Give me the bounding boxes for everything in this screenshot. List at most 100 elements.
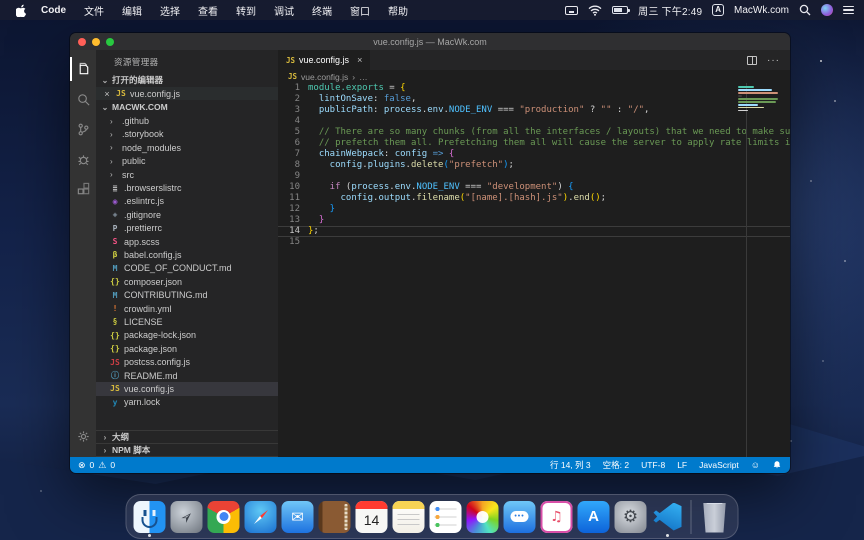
- menubar-brand-text[interactable]: MacWk.com: [734, 5, 789, 16]
- code-line-11[interactable]: 11 config.output.filename("[name].[hash]…: [278, 193, 790, 204]
- code-line-9[interactable]: 9: [278, 171, 790, 182]
- dock-finder[interactable]: [133, 497, 167, 537]
- split-editor-icon[interactable]: [747, 56, 757, 65]
- dock-trash[interactable]: [698, 497, 732, 537]
- tree-file-readme-md[interactable]: ⓘREADME.md: [96, 369, 278, 382]
- dock-mail[interactable]: [281, 497, 315, 537]
- dock-vscode[interactable]: [651, 497, 685, 537]
- tree-file-package-json[interactable]: {}package.json: [96, 342, 278, 355]
- errors-icon[interactable]: ⊗: [78, 460, 86, 471]
- notifications-bell-icon[interactable]: [772, 460, 782, 470]
- dock-chrome[interactable]: [207, 497, 241, 537]
- code-line-14[interactable]: 14};: [278, 226, 790, 237]
- tree-file-package-lock-json[interactable]: {}package-lock.json: [96, 329, 278, 342]
- code-line-1[interactable]: 1module.exports = {: [278, 83, 790, 94]
- code-line-7[interactable]: 7 chainWebpack: config => {: [278, 149, 790, 160]
- input-method-icon[interactable]: A: [712, 4, 724, 16]
- open-editors-header[interactable]: ⌄ 打开的编辑器: [96, 73, 278, 87]
- feedback-smiley-icon[interactable]: ☺: [751, 460, 760, 470]
- tree-file--browserslistrc[interactable]: ≣.browserslistrc: [96, 181, 278, 194]
- search-icon[interactable]: [70, 84, 96, 114]
- apple-menu-icon[interactable]: [10, 4, 32, 17]
- tab-close-icon[interactable]: ×: [357, 55, 362, 65]
- dock-reminders[interactable]: [429, 497, 463, 537]
- code-line-10[interactable]: 10 if (process.env.NODE_ENV === "develop…: [278, 182, 790, 193]
- menu-item[interactable]: 终端: [303, 3, 341, 18]
- warnings-icon[interactable]: ⚠: [98, 460, 106, 471]
- dock-contacts[interactable]: [318, 497, 352, 537]
- tree-folder-public[interactable]: ›public: [96, 155, 278, 168]
- tree-folder-src[interactable]: ›src: [96, 168, 278, 181]
- tree-file-code-of-conduct-md[interactable]: MCODE_OF_CONDUCT.md: [96, 262, 278, 275]
- dock-notes[interactable]: [392, 497, 426, 537]
- minimap[interactable]: [738, 86, 780, 111]
- tree-file-babel-config-js[interactable]: βbabel.config.js: [96, 248, 278, 261]
- language-mode[interactable]: JavaScript: [699, 460, 739, 470]
- code-line-15[interactable]: 15: [278, 237, 790, 248]
- code-line-4[interactable]: 4: [278, 116, 790, 127]
- breadcrumb[interactable]: JS vue.config.js › …: [278, 70, 790, 83]
- dock-settings[interactable]: [614, 497, 648, 537]
- wifi-icon[interactable]: [588, 5, 602, 16]
- tree-file-contributing-md[interactable]: MCONTRIBUTING.md: [96, 288, 278, 301]
- menubar-clock[interactable]: 周三 下午2:49: [638, 3, 702, 18]
- dock-calendar[interactable]: 14: [355, 497, 389, 537]
- siri-icon[interactable]: [821, 4, 833, 16]
- source-control-icon[interactable]: [70, 114, 96, 144]
- menu-item[interactable]: 窗口: [341, 3, 379, 18]
- spotlight-search-icon[interactable]: [799, 4, 811, 16]
- code-line-3[interactable]: 3 publicPath: process.env.NODE_ENV === "…: [278, 105, 790, 116]
- code-line-13[interactable]: 13 }: [278, 215, 790, 226]
- open-editor-item[interactable]: ×JSvue.config.js: [96, 87, 278, 100]
- code-line-6[interactable]: 6 // prefetch them all. Prefetching them…: [278, 138, 790, 149]
- tree-file-yarn-lock[interactable]: yyarn.lock: [96, 396, 278, 409]
- indentation[interactable]: 空格: 2: [603, 459, 629, 471]
- close-editor-icon[interactable]: ×: [102, 89, 112, 99]
- tab-vue-config[interactable]: JS vue.config.js ×: [278, 50, 370, 70]
- menu-item[interactable]: 转到: [227, 3, 265, 18]
- display-mirroring-icon[interactable]: [565, 6, 578, 15]
- tree-folder-node-modules[interactable]: ›node_modules: [96, 141, 278, 154]
- menu-item[interactable]: 帮助: [379, 3, 417, 18]
- dock-safari[interactable]: [244, 497, 278, 537]
- tree-file--eslintrc-js[interactable]: ◉.eslintrc.js: [96, 195, 278, 208]
- notification-center-icon[interactable]: [843, 6, 854, 15]
- eol-sequence[interactable]: LF: [677, 460, 687, 470]
- tree-file-crowdin-yml[interactable]: !crowdin.yml: [96, 302, 278, 315]
- menu-item[interactable]: 查看: [189, 3, 227, 18]
- tree-file--gitignore[interactable]: ◈.gitignore: [96, 208, 278, 221]
- window-minimize-button[interactable]: [92, 38, 100, 46]
- tree-file-postcss-config-js[interactable]: JSpostcss.config.js: [96, 355, 278, 368]
- code-line-12[interactable]: 12 }: [278, 204, 790, 215]
- battery-icon[interactable]: [612, 6, 628, 14]
- app-menu-title[interactable]: Code: [32, 5, 75, 16]
- menu-item[interactable]: 文件: [75, 3, 113, 18]
- more-actions-icon[interactable]: ···: [767, 55, 780, 66]
- menu-item[interactable]: 选择: [151, 3, 189, 18]
- dock-appstore[interactable]: [577, 497, 611, 537]
- tree-file-composer-json[interactable]: {}composer.json: [96, 275, 278, 288]
- dock-messages[interactable]: [503, 497, 537, 537]
- window-zoom-button[interactable]: [106, 38, 114, 46]
- window-titlebar[interactable]: vue.config.js — MacWk.com: [70, 33, 790, 50]
- project-folder-header[interactable]: ⌄ MACWK.COM: [96, 100, 278, 114]
- cursor-position[interactable]: 行 14, 列 3: [550, 459, 591, 471]
- dock-itunes[interactable]: [540, 497, 574, 537]
- errors-count[interactable]: 0: [90, 460, 95, 470]
- dock-launchpad[interactable]: [170, 497, 204, 537]
- settings-gear-icon[interactable]: [70, 421, 96, 451]
- code-line-5[interactable]: 5 // There are so many chunks (from all …: [278, 127, 790, 138]
- code-editor[interactable]: 1module.exports = {2 lintOnSave: false,3…: [278, 83, 790, 457]
- warnings-count[interactable]: 0: [110, 460, 115, 470]
- tree-file-vue-config-js[interactable]: JSvue.config.js: [96, 382, 278, 395]
- encoding[interactable]: UTF-8: [641, 460, 665, 470]
- window-close-button[interactable]: [78, 38, 86, 46]
- debug-icon[interactable]: [70, 144, 96, 174]
- tree-folder--github[interactable]: ›.github: [96, 114, 278, 127]
- tree-file--prettierrc[interactable]: P.prettierrc: [96, 222, 278, 235]
- dock-photos[interactable]: [466, 497, 500, 537]
- sidebar-section-NPM 脚本[interactable]: ›NPM 脚本: [96, 444, 278, 457]
- sidebar-section-大纲[interactable]: ›大纲: [96, 431, 278, 444]
- explorer-icon[interactable]: [70, 54, 96, 84]
- tree-file-app-scss[interactable]: Sapp.scss: [96, 235, 278, 248]
